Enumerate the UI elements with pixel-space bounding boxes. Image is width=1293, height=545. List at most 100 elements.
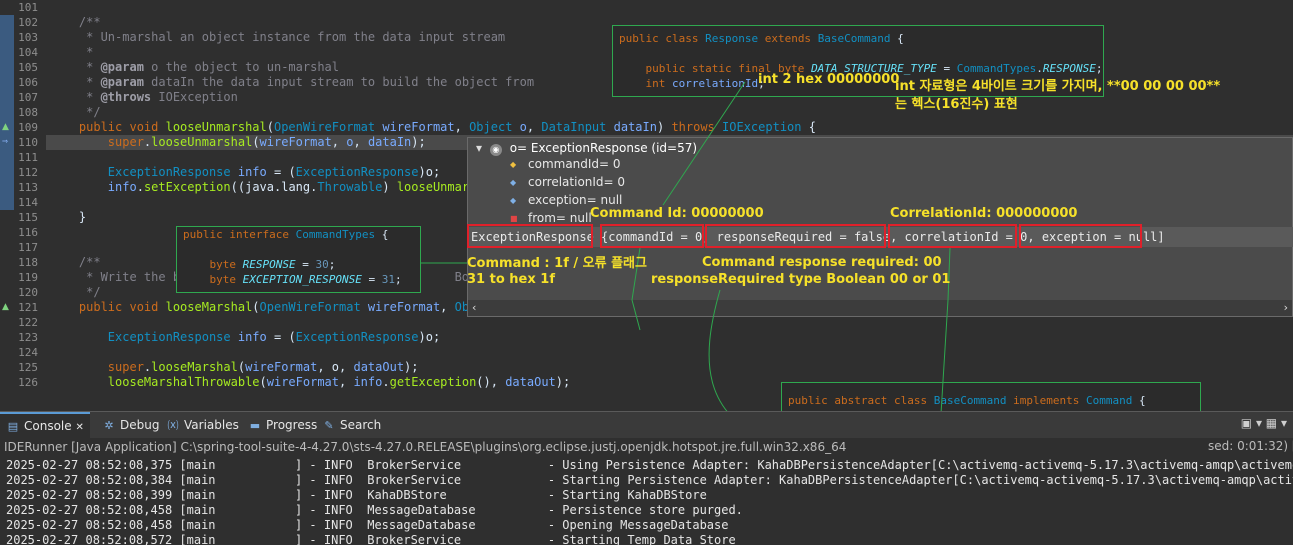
log-line[interactable]: 2025-02-27 08:52:08,458 [main ] - INFO M…	[6, 518, 728, 533]
tab-console[interactable]: ▤ Console ✕	[0, 412, 90, 438]
close-icon[interactable]: ✕	[75, 422, 83, 433]
variable-field[interactable]: ◆ commandId= 0	[510, 155, 621, 173]
line-number: 105	[0, 60, 42, 75]
log-line[interactable]: 2025-02-27 08:52:08,458 [main ] - INFO M…	[6, 503, 743, 518]
line-number-label: 103	[18, 31, 38, 44]
code-line[interactable]	[50, 315, 1293, 330]
default-field-icon: ◆	[510, 195, 517, 205]
code-token: *	[50, 60, 101, 74]
scroll-left-icon[interactable]: ‹	[472, 300, 476, 316]
code-token: (	[252, 300, 260, 314]
code-token: Response	[705, 32, 759, 45]
log-line[interactable]: 2025-02-27 08:52:08,375 [main ] - INFO B…	[6, 458, 1293, 473]
log-line[interactable]: 2025-02-27 08:52:08,399 [main ] - INFO K…	[6, 488, 707, 503]
line-number-label: 102	[18, 16, 38, 29]
line-number: 124	[0, 345, 42, 360]
variable-root[interactable]: ▾ ◉ o= ExceptionResponse (id=57)	[476, 140, 697, 156]
code-token: .	[382, 375, 390, 389]
code-line[interactable]: byte RESPONSE = 30;	[183, 258, 335, 272]
code-token: ;	[394, 273, 402, 286]
code-token: ExceptionResponse	[50, 330, 231, 344]
change-marker	[0, 90, 14, 105]
change-marker	[0, 180, 14, 195]
code-token: looseUnmarshal	[151, 135, 253, 149]
code-token: /**	[50, 15, 101, 29]
code-line[interactable]: byte EXCEPTION_RESPONSE = 31;	[183, 273, 402, 287]
tab-variables[interactable]: ⒳ Variables	[166, 412, 239, 438]
change-marker	[0, 195, 14, 210]
code-token: )o;	[418, 165, 441, 179]
chevron-down-icon[interactable]: ▾	[1256, 416, 1262, 430]
note-command-hex: 31 to hex 1f	[467, 272, 555, 287]
code-token: looseMarshal	[151, 360, 238, 374]
code-token: public class	[619, 32, 706, 45]
display-console-icon[interactable]: ▣	[1241, 416, 1252, 430]
code-token: dataOut	[353, 360, 405, 374]
line-number: ⇒ 110	[0, 135, 42, 150]
change-marker	[0, 150, 14, 165]
code-token: *	[50, 90, 101, 104]
scroll-right-icon[interactable]: ›	[1284, 300, 1288, 316]
log-line[interactable]: 2025-02-27 08:52:08,384 [main ] - INFO B…	[6, 473, 1293, 488]
code-line[interactable]: */	[50, 105, 1293, 120]
line-number-label: 119	[18, 271, 38, 284]
code-token: }	[50, 210, 87, 224]
log-line[interactable]: 2025-02-27 08:52:08,572 [main ] - INFO B…	[6, 533, 736, 545]
code-line[interactable]	[50, 0, 1293, 15]
line-number-label: 111	[18, 151, 38, 164]
override-arrow-icon[interactable]: ▲	[2, 122, 9, 132]
line-number-label: 123	[18, 331, 38, 344]
change-marker	[0, 15, 14, 30]
code-token: ExceptionResponse	[295, 165, 419, 179]
console-toolbar[interactable]: ▣ ▾ ▦ ▾	[1241, 416, 1287, 430]
line-number-label: 107	[18, 91, 38, 104]
tab-progress[interactable]: ▬ Progress	[248, 412, 317, 438]
code-line[interactable]: public class Response extends BaseComman…	[619, 32, 904, 46]
line-number-label: 122	[18, 316, 38, 329]
code-token: getException	[389, 375, 477, 389]
console-panel[interactable]: ▤ Console ✕ ✲ Debug ⒳ Variables ▬ Progress ✎…	[0, 411, 1293, 545]
highlight-correlation-id	[888, 224, 1017, 248]
code-line[interactable]	[50, 345, 1293, 360]
code-token: ,	[331, 135, 347, 149]
variable-field[interactable]: ◆ correlationId= 0	[510, 173, 625, 191]
tab-debug[interactable]: ✲ Debug	[102, 412, 159, 438]
code-line[interactable]: super.looseMarshal(wireFormat, o, dataOu…	[50, 360, 1293, 375]
code-token: OpenWireFormat	[259, 300, 361, 314]
code-token: OpenWireFormat	[273, 120, 376, 134]
line-number-label: 121	[18, 301, 38, 314]
code-token: public void	[50, 300, 166, 314]
code-token: ;	[328, 258, 336, 271]
code-token: (),	[476, 375, 506, 389]
code-token: */	[50, 105, 101, 119]
tab-search[interactable]: ✎ Search	[322, 412, 381, 438]
code-token: ,	[339, 375, 354, 389]
code-token: BaseCommand	[817, 32, 891, 45]
code-token: = (	[266, 330, 296, 344]
new-console-icon[interactable]: ▦	[1266, 416, 1277, 430]
horizontal-scrollbar[interactable]: ‹ ›	[468, 300, 1292, 316]
code-token: wireFormat	[266, 375, 339, 389]
debug-pointer-icon[interactable]: ⇒	[2, 136, 8, 148]
override-arrow-icon[interactable]: ▲	[2, 302, 9, 312]
code-token: , o,	[317, 360, 354, 374]
chevron-down-icon[interactable]: ▾	[1281, 416, 1287, 430]
line-number-label: 109	[18, 121, 38, 134]
code-line[interactable]: public void looseUnmarshal(OpenWireForma…	[50, 120, 1293, 135]
code-token: ,	[454, 120, 470, 134]
note-correlation-id: CorrelationId: 000000000	[890, 206, 1078, 221]
code-token: looseUnmarshal	[165, 120, 267, 134]
code-token: IOException	[722, 120, 802, 134]
command-types-snippet: public interface CommandTypes { byte RES…	[176, 226, 421, 293]
code-line[interactable]: int correlationId;	[619, 77, 764, 91]
code-token: (	[259, 375, 267, 389]
code-token: info	[353, 375, 383, 389]
code-line[interactable]: ExceptionResponse info = (ExceptionRespo…	[50, 330, 1293, 345]
code-line[interactable]: public abstract class BaseCommand implem…	[788, 394, 1146, 408]
code-line[interactable]: public interface CommandTypes {	[183, 228, 388, 242]
collapse-icon[interactable]: ▾	[476, 141, 482, 155]
